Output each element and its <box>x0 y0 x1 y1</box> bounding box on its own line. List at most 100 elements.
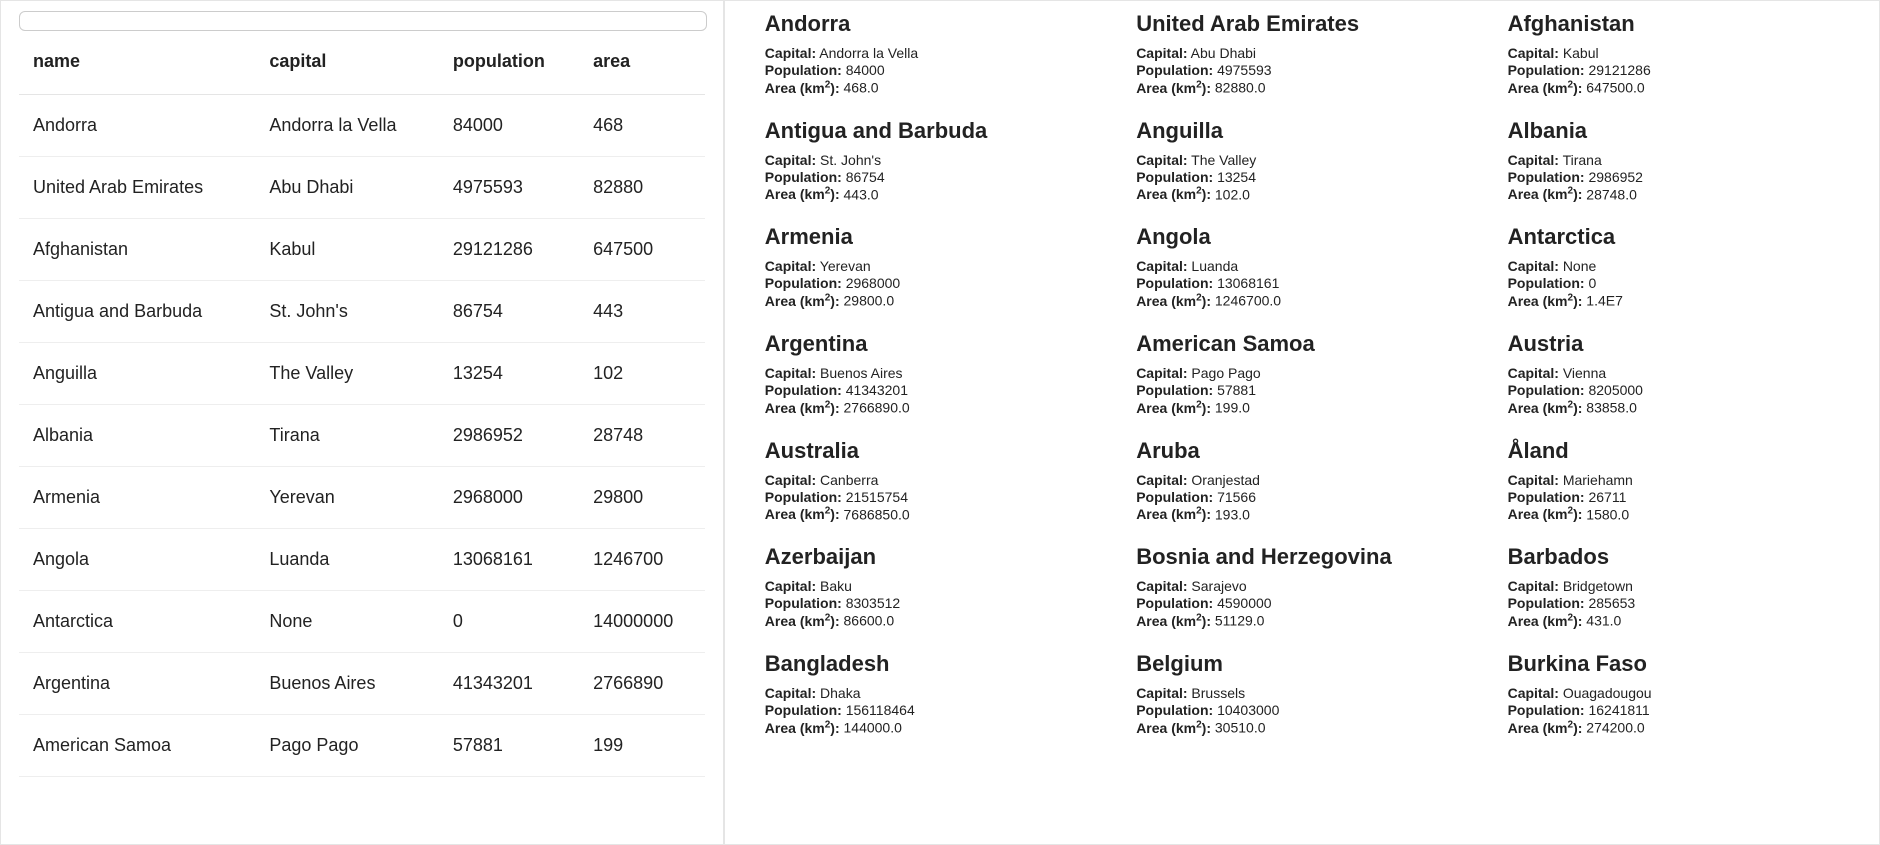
country-card: AzerbaijanCapital: BakuPopulation: 83035… <box>765 544 1106 629</box>
cell-population: 57881 <box>439 715 579 777</box>
search-input[interactable] <box>19 11 707 31</box>
cell-area: 2766890 <box>579 653 705 715</box>
cell-name: American Samoa <box>19 715 255 777</box>
country-card: United Arab Emirates Capital: Abu DhabiPo… <box>1136 11 1477 96</box>
cell-capital: Kabul <box>255 219 438 281</box>
cell-population: 84000 <box>439 95 579 157</box>
cell-population: 2986952 <box>439 405 579 467</box>
field-value: Kabul <box>1563 45 1599 61</box>
cell-capital: The Valley <box>255 343 438 405</box>
country-name: Andorra <box>765 11 1106 37</box>
field-value: 156118464 <box>846 702 915 718</box>
country-name: United Arab Emirates <box>1136 11 1477 37</box>
field-value: 84000 <box>846 62 885 78</box>
country-name: Bosnia and Herzegovina <box>1136 544 1477 570</box>
cell-population: 2968000 <box>439 467 579 529</box>
country-field: Area (km2): 647500.0 <box>1508 79 1849 96</box>
table-row[interactable]: AntarcticaNone014000000 <box>19 591 705 653</box>
country-field: Population: 86754 <box>765 169 1106 185</box>
table-row[interactable]: United Arab EmiratesAbu Dhabi49755938288… <box>19 157 705 219</box>
field-value: 2968000 <box>846 275 901 291</box>
country-field: Capital: None <box>1508 258 1849 274</box>
field-label: Capital: <box>1136 45 1187 61</box>
country-field: Area (km2): 193.0 <box>1136 506 1477 523</box>
country-field: Capital: Buenos Aires <box>765 365 1106 381</box>
cell-capital: St. John's <box>255 281 438 343</box>
country-field: Capital: Yerevan <box>765 258 1106 274</box>
field-label: Capital: <box>1508 365 1559 381</box>
field-value: 41343201 <box>846 382 908 398</box>
field-label: Area (km2): <box>1136 613 1211 629</box>
field-label: Capital: <box>765 472 816 488</box>
th-area[interactable]: area <box>579 37 705 95</box>
table-row[interactable]: AndorraAndorra la Vella84000468 <box>19 95 705 157</box>
field-value: Ouagadougou <box>1563 685 1652 701</box>
cell-name: Andorra <box>19 95 255 157</box>
field-value: 28748.0 <box>1586 186 1637 202</box>
field-label: Area (km2): <box>1508 613 1583 629</box>
country-card: AustriaCapital: ViennaPopulation: 820500… <box>1508 331 1849 416</box>
country-card: AndorraCapital: Andorra la VellaPopulati… <box>765 11 1106 96</box>
table-row[interactable]: Antigua and BarbudaSt. John's86754443 <box>19 281 705 343</box>
country-card: BarbadosCapital: BridgetownPopulation: 2… <box>1508 544 1849 629</box>
field-value: Abu Dhabi <box>1191 45 1256 61</box>
country-field: Area (km2): 30510.0 <box>1136 719 1477 736</box>
cell-population: 86754 <box>439 281 579 343</box>
cell-capital: None <box>255 591 438 653</box>
field-value: Canberra <box>820 472 878 488</box>
country-field: Capital: Ouagadougou <box>1508 685 1849 701</box>
field-label: Population: <box>1508 169 1585 185</box>
country-field: Area (km2): 443.0 <box>765 186 1106 203</box>
field-label: Population: <box>1136 382 1213 398</box>
field-label: Capital: <box>1508 258 1559 274</box>
cards-container: AndorraCapital: Andorra la VellaPopulati… <box>765 11 1849 758</box>
country-field: Population: 16241811 <box>1508 702 1849 718</box>
country-field: Capital: The Valley <box>1136 152 1477 168</box>
table-row[interactable]: AnguillaThe Valley13254102 <box>19 343 705 405</box>
field-value: Baku <box>820 578 852 594</box>
th-capital[interactable]: capital <box>255 37 438 95</box>
th-name[interactable]: name <box>19 37 255 95</box>
cell-area: 28748 <box>579 405 705 467</box>
table-row[interactable]: ArmeniaYerevan296800029800 <box>19 467 705 529</box>
field-value: Pago Pago <box>1191 365 1260 381</box>
field-value: Luanda <box>1191 258 1238 274</box>
table-row[interactable]: AlbaniaTirana298695228748 <box>19 405 705 467</box>
table-row[interactable]: ArgentinaBuenos Aires413432012766890 <box>19 653 705 715</box>
field-label: Population: <box>765 489 842 505</box>
right-cards-pane[interactable]: AndorraCapital: Andorra la VellaPopulati… <box>724 0 1880 845</box>
field-value: The Valley <box>1191 152 1256 168</box>
field-value: 30510.0 <box>1215 720 1266 736</box>
field-value: 1.4E7 <box>1586 293 1623 309</box>
field-value: 274200.0 <box>1586 720 1644 736</box>
country-card: BangladeshCapital: DhakaPopulation: 1561… <box>765 651 1106 736</box>
table-row[interactable]: AfghanistanKabul29121286647500 <box>19 219 705 281</box>
country-field: Population: 8303512 <box>765 595 1106 611</box>
th-population[interactable]: population <box>439 37 579 95</box>
country-field: Population: 71566 <box>1136 489 1477 505</box>
field-value: 285653 <box>1588 595 1635 611</box>
country-card: ÅlandCapital: MariehamnPopulation: 26711… <box>1508 438 1849 523</box>
field-value: 86600.0 <box>844 613 895 629</box>
cell-capital: Buenos Aires <box>255 653 438 715</box>
field-value: 13068161 <box>1217 275 1279 291</box>
country-field: Population: 8205000 <box>1508 382 1849 398</box>
cell-capital: Abu Dhabi <box>255 157 438 219</box>
table-row[interactable]: AngolaLuanda130681611246700 <box>19 529 705 591</box>
country-name: Antarctica <box>1508 224 1849 250</box>
country-field: Capital: Baku <box>765 578 1106 594</box>
country-field: Population: 13254 <box>1136 169 1477 185</box>
field-label: Population: <box>1136 62 1213 78</box>
country-field: Area (km2): 144000.0 <box>765 719 1106 736</box>
field-value: 7686850.0 <box>844 506 910 522</box>
table-row[interactable]: American SamoaPago Pago57881199 <box>19 715 705 777</box>
left-table-pane[interactable]: name capital population area AndorraAndo… <box>0 0 724 845</box>
field-value: 8303512 <box>846 595 901 611</box>
field-label: Area (km2): <box>1136 186 1211 202</box>
field-value: Buenos Aires <box>820 365 903 381</box>
field-label: Area (km2): <box>765 186 840 202</box>
cell-name: Armenia <box>19 467 255 529</box>
country-name: Australia <box>765 438 1106 464</box>
country-field: Area (km2): 28748.0 <box>1508 186 1849 203</box>
field-value: 144000.0 <box>844 720 902 736</box>
